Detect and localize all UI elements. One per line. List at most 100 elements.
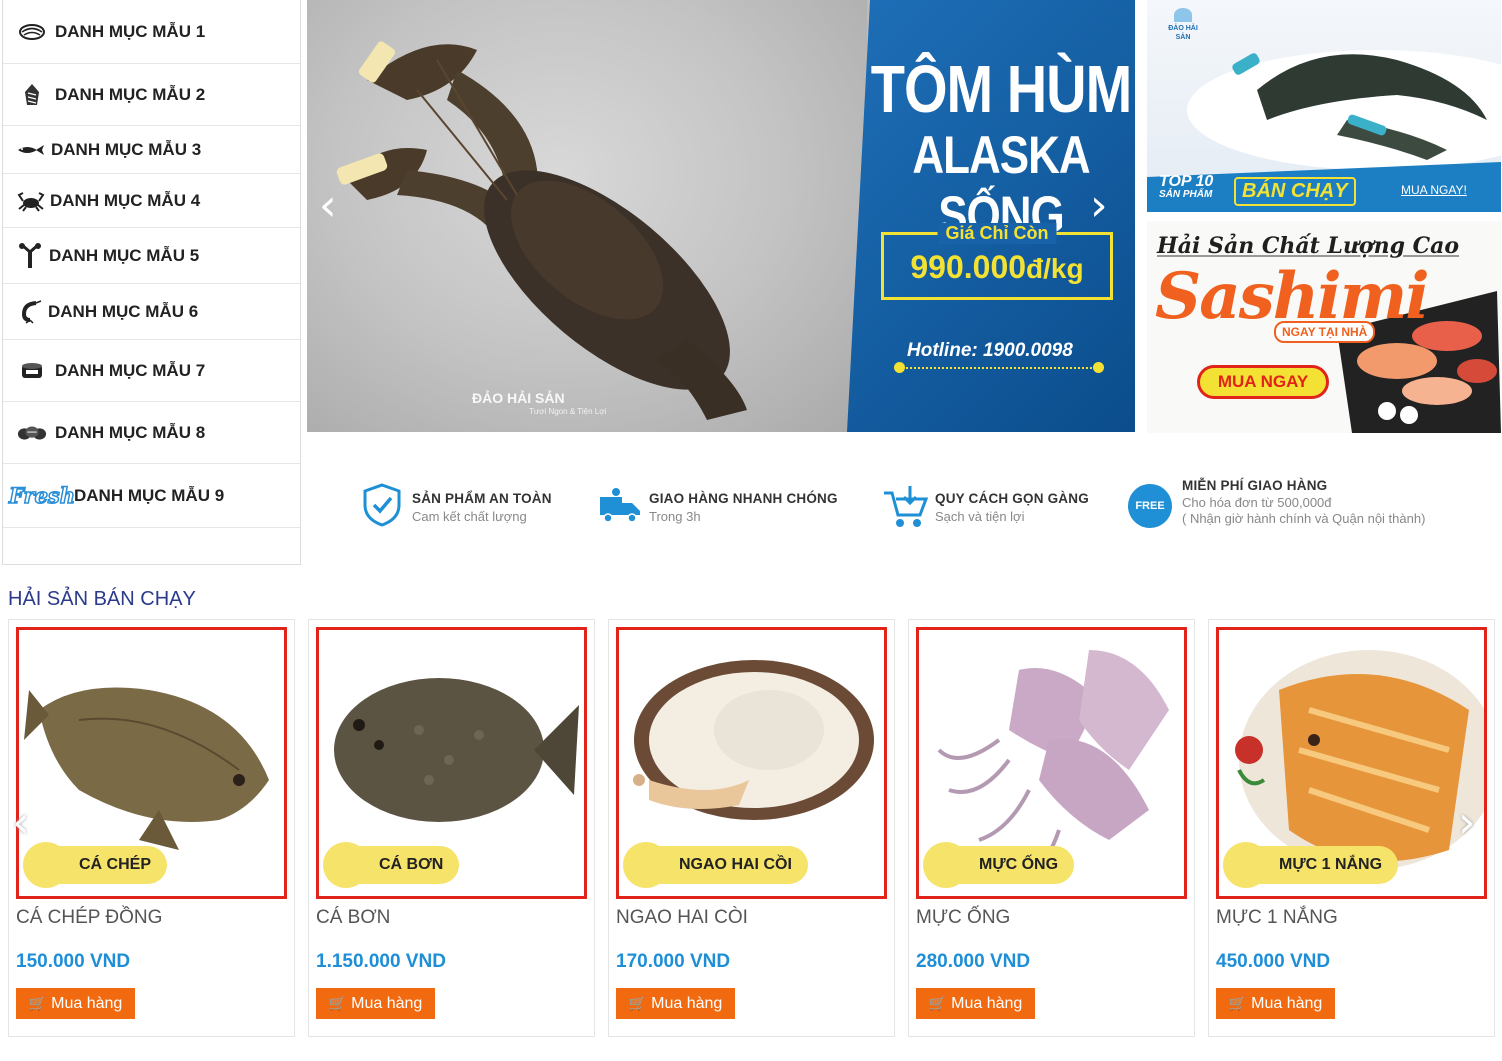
- feature-item: SẢN PHẨM AN TOÀN Cam kết chất lượng: [362, 483, 552, 532]
- product-name[interactable]: MỰC 1 NẮNG: [1216, 907, 1338, 929]
- hotline-dot-left: [894, 362, 905, 373]
- category-item-9[interactable]: Fresh DANH MỤC MẪU 9: [3, 464, 300, 528]
- cart-icon: 🛒: [1228, 995, 1247, 1011]
- feature-item: FREE MIỄN PHÍ GIAO HÀNG Cho hóa đơn từ 5…: [1128, 478, 1425, 528]
- category-label: DANH MỤC MẪU 8: [55, 422, 206, 442]
- category-item-5[interactable]: DANH MỤC MẪU 5: [3, 228, 300, 284]
- crab-icon: [17, 190, 45, 212]
- buy-button-label: Mua hàng: [651, 994, 723, 1012]
- buy-button-label: Mua hàng: [951, 994, 1023, 1012]
- banner1-buy-link[interactable]: MUA NGAY!: [1401, 183, 1467, 197]
- product-price: 450.000 VND: [1216, 951, 1331, 972]
- promo-hotline: Hotline: 1900.0098: [907, 340, 1073, 361]
- feature-title: QUY CÁCH GỌN GÀNG: [935, 491, 1089, 506]
- top10-banner[interactable]: ĐẢO HẢI SẢN TOP 10 SẢN PHẨM BÁN CHẠY MUA…: [1147, 0, 1501, 212]
- slider-watermark: ĐẢO HẢI SẢN: [472, 390, 565, 406]
- sashimi-banner[interactable]: Hải Sản Chất Lượng Cao Sashimi NGAY TẠI …: [1147, 221, 1501, 433]
- promo-price: 990.000đ/kg: [884, 249, 1110, 286]
- category-item-7[interactable]: DANH MỤC MẪU 7: [3, 340, 300, 402]
- category-item-2[interactable]: DANH MỤC MẪU 2: [3, 64, 300, 126]
- shell-icon: [17, 83, 47, 107]
- feature-item: GIAO HÀNG NHANH CHÓNG Trong 3h: [598, 483, 838, 532]
- brand-badge-icon: [623, 842, 669, 888]
- feature-subtitle: Cho hóa đơn từ 500,000đ: [1182, 495, 1332, 510]
- buy-button[interactable]: 🛒 Mua hàng: [316, 988, 435, 1019]
- hero-slider[interactable]: ĐẢO HẢI SẢN Tươi Ngon & Tiện Lợi TÔM HÙM…: [307, 0, 1135, 432]
- category-item-8[interactable]: DANH MỤC MẪU 8: [3, 402, 300, 464]
- product-tag: CÁ CHÉP: [23, 842, 168, 888]
- cart-icon: 🛒: [928, 995, 947, 1011]
- buy-button[interactable]: 🛒 Mua hàng: [1216, 988, 1335, 1019]
- category-item-3[interactable]: DANH MỤC MẪU 3: [3, 126, 300, 174]
- buy-button[interactable]: 🛒 Mua hàng: [616, 988, 735, 1019]
- product-name[interactable]: MỰC ỐNG: [916, 907, 1010, 929]
- product-tag-text: MỰC 1 NẮNG: [1279, 856, 1383, 873]
- product-carousel: CÁ CHÉP CÁ CHÉP ĐỒNG 150.000 VND 🛒 Mua hà…: [8, 619, 1496, 1037]
- brand-logo-icon: [1174, 8, 1192, 22]
- promo-title-line1: TÔM HÙM: [870, 50, 1133, 127]
- category-label: DANH MỤC MẪU 4: [50, 190, 201, 210]
- product-image[interactable]: NGAO HAI CỒI: [616, 627, 887, 899]
- product-image[interactable]: CÁ CHÉP: [16, 627, 287, 899]
- free-badge-icon: FREE: [1128, 484, 1172, 528]
- category-label: DANH MỤC MẪU 7: [55, 360, 206, 380]
- product-card[interactable]: NGAO HAI CỒI NGAO HAI CÒI 170.000 VND 🛒 M…: [608, 619, 895, 1037]
- brand-badge-icon: [1223, 842, 1269, 888]
- buy-button-label: Mua hàng: [1251, 994, 1323, 1012]
- shopping-cart-icon: [882, 483, 929, 534]
- product-card[interactable]: CÁ CHÉP CÁ CHÉP ĐỒNG 150.000 VND 🛒 Mua hà…: [8, 619, 295, 1037]
- category-item-4[interactable]: DANH MỤC MẪU 4: [3, 174, 300, 228]
- top10-label: TOP 10 SẢN PHẨM: [1159, 173, 1214, 201]
- oyster-icon: [17, 23, 47, 41]
- carousel-next-arrow[interactable]: ›: [1458, 797, 1476, 848]
- free-badge-text: FREE: [1135, 500, 1165, 512]
- slider-prev-arrow[interactable]: ‹: [319, 180, 337, 231]
- banner2-headline: Hải Sản Chất Lượng Cao: [1157, 233, 1460, 259]
- banner2-buy-button[interactable]: MUA NGAY: [1197, 365, 1329, 399]
- category-label: DANH MỤC MẪU 5: [49, 245, 200, 265]
- promo-price-caption: Giá Chỉ Còn: [937, 223, 1057, 244]
- fish-icon: [17, 143, 45, 157]
- fresh-logo-text: Fresh: [8, 482, 76, 509]
- product-card[interactable]: MỰC 1 NẮNG MỰC 1 NẮNG 450.000 VND 🛒 Mua h…: [1208, 619, 1495, 1037]
- product-name[interactable]: CÁ CHÉP ĐỒNG: [16, 907, 162, 929]
- cart-icon: 🛒: [628, 995, 647, 1011]
- product-image[interactable]: MỰC 1 NẮNG: [1216, 627, 1487, 899]
- feature-subtitle: Trong 3h: [649, 509, 701, 524]
- buy-button[interactable]: 🛒 Mua hàng: [916, 988, 1035, 1019]
- category-sidebar: DANH MỤC MẪU 1 DANH MỤC MẪU 2 DANH MỤC M…: [2, 0, 301, 565]
- slider-next-arrow[interactable]: ›: [1090, 180, 1108, 231]
- promo-price-value: 990.000: [910, 249, 1027, 285]
- top10-line1: TOP 10: [1159, 173, 1214, 190]
- product-card[interactable]: CÁ BƠN CÁ BƠN 1.150.000 VND 🛒 Mua hàng: [308, 619, 595, 1037]
- category-item-6[interactable]: DANH MỤC MẪU 6: [3, 284, 300, 340]
- lobster-icon: [17, 242, 43, 269]
- brand-badge-icon: [23, 842, 69, 888]
- slider-watermark-sub: Tươi Ngon & Tiện Lợi: [529, 407, 607, 416]
- product-tag-text: MỰC ỐNG: [979, 856, 1059, 873]
- delivery-truck-icon: [598, 483, 642, 532]
- category-label: DANH MỤC MẪU 6: [48, 301, 199, 321]
- brand-badge-icon: [923, 842, 969, 888]
- product-image[interactable]: MỰC ỐNG: [916, 627, 1187, 899]
- feature-title: GIAO HÀNG NHANH CHÓNG: [649, 491, 838, 506]
- product-name[interactable]: NGAO HAI CÒI: [616, 907, 748, 929]
- feature-title: SẢN PHẨM AN TOÀN: [412, 491, 552, 506]
- product-tag: NGAO HAI CỒI: [623, 842, 808, 888]
- category-item-1[interactable]: DANH MỤC MẪU 1: [3, 0, 300, 64]
- buy-button[interactable]: 🛒 Mua hàng: [16, 988, 135, 1019]
- product-tag: MỰC 1 NẮNG: [1223, 842, 1399, 888]
- category-label: DANH MỤC MẪU 9: [74, 485, 225, 505]
- product-name[interactable]: CÁ BƠN: [316, 907, 390, 929]
- feature-subtitle: Sạch và tiện lợi: [935, 509, 1025, 524]
- carousel-prev-arrow[interactable]: ‹: [12, 797, 30, 848]
- product-image[interactable]: CÁ BƠN: [316, 627, 587, 899]
- promo-price-unit: đ/kg: [1026, 253, 1084, 284]
- product-tag-text: CÁ BƠN: [379, 856, 444, 873]
- product-price: 1.150.000 VND: [316, 951, 446, 972]
- feature-strip: SẢN PHẨM AN TOÀN Cam kết chất lượng GIAO…: [362, 478, 1472, 548]
- buy-button-label: Mua hàng: [351, 994, 423, 1012]
- product-price: 150.000 VND: [16, 951, 131, 972]
- product-card[interactable]: MỰC ỐNG MỰC ỐNG 280.000 VND 🛒 Mua hàng: [908, 619, 1195, 1037]
- bestseller-label: BÁN CHẠY: [1234, 177, 1356, 206]
